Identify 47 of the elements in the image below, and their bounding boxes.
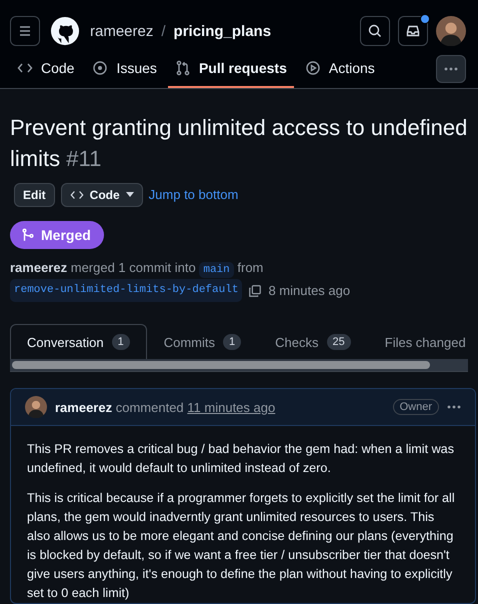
more-button[interactable]	[436, 55, 466, 84]
merge-time: 8 minutes ago	[268, 282, 350, 300]
caret-icon	[126, 192, 134, 198]
ellipsis-icon[interactable]	[447, 405, 461, 410]
play-icon	[304, 60, 321, 76]
inbox-button[interactable]	[398, 16, 428, 46]
comment-header-text: rameerez commented 11 minutes ago	[55, 400, 276, 415]
code-button[interactable]: Code	[60, 182, 143, 207]
pr-tab[interactable]: Checks 25	[258, 324, 368, 360]
jump-to-bottom-link[interactable]: Jump to bottom	[148, 187, 238, 202]
author-link[interactable]: rameerez	[10, 260, 68, 275]
scrollbar-thumb[interactable]	[12, 361, 430, 370]
owner-link[interactable]: rameerez	[90, 22, 154, 40]
merge-text: merged 1 commit into	[70, 260, 196, 275]
octocat-logo-icon[interactable]	[50, 16, 80, 46]
pr-tab[interactable]: Files changed	[368, 324, 468, 360]
search-icon	[367, 23, 383, 40]
edit-button[interactable]: Edit	[14, 182, 55, 207]
copy-icon[interactable]	[248, 284, 262, 298]
owner-label: Owner	[392, 399, 439, 416]
search-button[interactable]	[360, 16, 390, 46]
base-branch-label[interactable]: main	[199, 262, 234, 278]
head-branch-label[interactable]: remove-unlimited-limits-by-default	[10, 279, 242, 302]
count-badge: 1	[223, 334, 242, 350]
from-text: from	[237, 260, 264, 275]
menu-button[interactable]	[10, 16, 40, 46]
repo-nav-tab[interactable]: Pull requests	[168, 50, 294, 88]
avatar-icon[interactable]	[436, 16, 466, 46]
repo-nav-tab[interactable]: Code	[10, 50, 82, 88]
comment-paragraph: This PR removes a critical bug / bad behavior the gem had: when a limit was undefined, it would default to unlimited instead of zero.	[27, 441, 455, 478]
repo-nav-tab[interactable]: Issues	[85, 50, 164, 88]
pr-tab[interactable]: Commits 1	[146, 324, 258, 360]
comment-time-link[interactable]: 11 minutes ago	[187, 400, 276, 415]
merge-icon	[21, 228, 35, 242]
merged-status-badge: Merged	[10, 220, 104, 249]
avatar-icon[interactable]	[25, 396, 47, 418]
repo-link[interactable]: pricing_plans	[174, 22, 272, 40]
pr-title: Prevent granting unlimited access to undefined limits #11	[10, 114, 468, 173]
ellipsis-icon	[444, 67, 458, 72]
comment-paragraph: This is critical because if a programmer forgets to explicitly set the limit for all plans, the gem would inadverntly grant unlimited resources to users. This also allows us to be more elegant and concise defining our plans (everything is blocked by default, so if we want a free tier / unsubscriber tier that doesn't give users anything, it's enough to define the plan without having to explicitly set to 0 each limit)	[27, 490, 456, 602]
pull-request-icon	[174, 60, 191, 76]
pr-tab[interactable]: Conversation 1	[10, 324, 147, 360]
count-badge: 25	[326, 334, 351, 350]
repo-nav-tab[interactable]: Actions	[298, 50, 382, 88]
count-badge: 1	[112, 334, 130, 350]
circle-dot-icon	[92, 60, 108, 76]
breadcrumb-separator: /	[161, 22, 166, 40]
